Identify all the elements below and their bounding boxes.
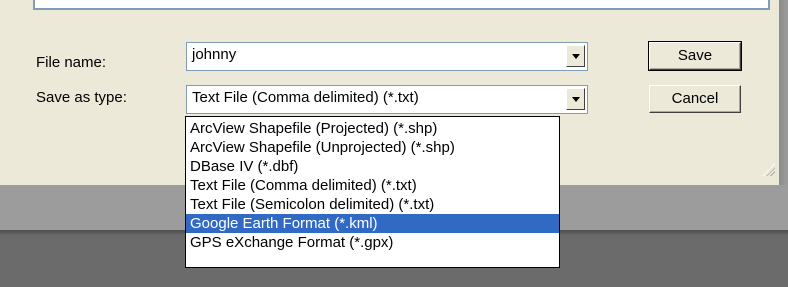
dropdown-option[interactable]: GPS eXchange Format (*.gpx)	[186, 233, 559, 252]
chevron-down-icon[interactable]	[566, 45, 585, 67]
cancel-button[interactable]: Cancel	[649, 85, 741, 113]
file-name-input[interactable]: johnny	[192, 46, 236, 63]
save-as-type-dropdown[interactable]: ArcView Shapefile (Projected) (*.shp) Ar…	[185, 116, 560, 268]
dialog-shadow	[779, 0, 788, 185]
save-as-type-combo[interactable]: Text File (Comma delimited) (*.txt)	[186, 85, 588, 114]
dropdown-option-selected[interactable]: Google Earth Format (*.kml)	[186, 214, 559, 233]
dropdown-option[interactable]: ArcView Shapefile (Projected) (*.shp)	[186, 119, 559, 138]
dropdown-option[interactable]: DBase IV (*.dbf)	[186, 157, 559, 176]
file-name-label: File name:	[36, 54, 107, 71]
chevron-down-icon[interactable]	[566, 88, 585, 110]
dropdown-option[interactable]: Text File (Comma delimited) (*.txt)	[186, 176, 559, 195]
save-as-type-value: Text File (Comma delimited) (*.txt)	[192, 89, 419, 106]
screen: File name: johnny Save as type: Text Fil…	[0, 0, 788, 287]
file-name-combo[interactable]: johnny	[186, 42, 588, 71]
dropdown-option[interactable]: ArcView Shapefile (Unprojected) (*.shp)	[186, 138, 559, 157]
file-list-pane[interactable]	[33, 0, 770, 10]
save-button[interactable]: Save	[648, 41, 742, 71]
dropdown-option[interactable]: Text File (Semicolon delimited) (*.txt)	[186, 195, 559, 214]
save-as-type-label: Save as type:	[36, 89, 127, 106]
resize-grip-icon[interactable]	[759, 160, 775, 176]
